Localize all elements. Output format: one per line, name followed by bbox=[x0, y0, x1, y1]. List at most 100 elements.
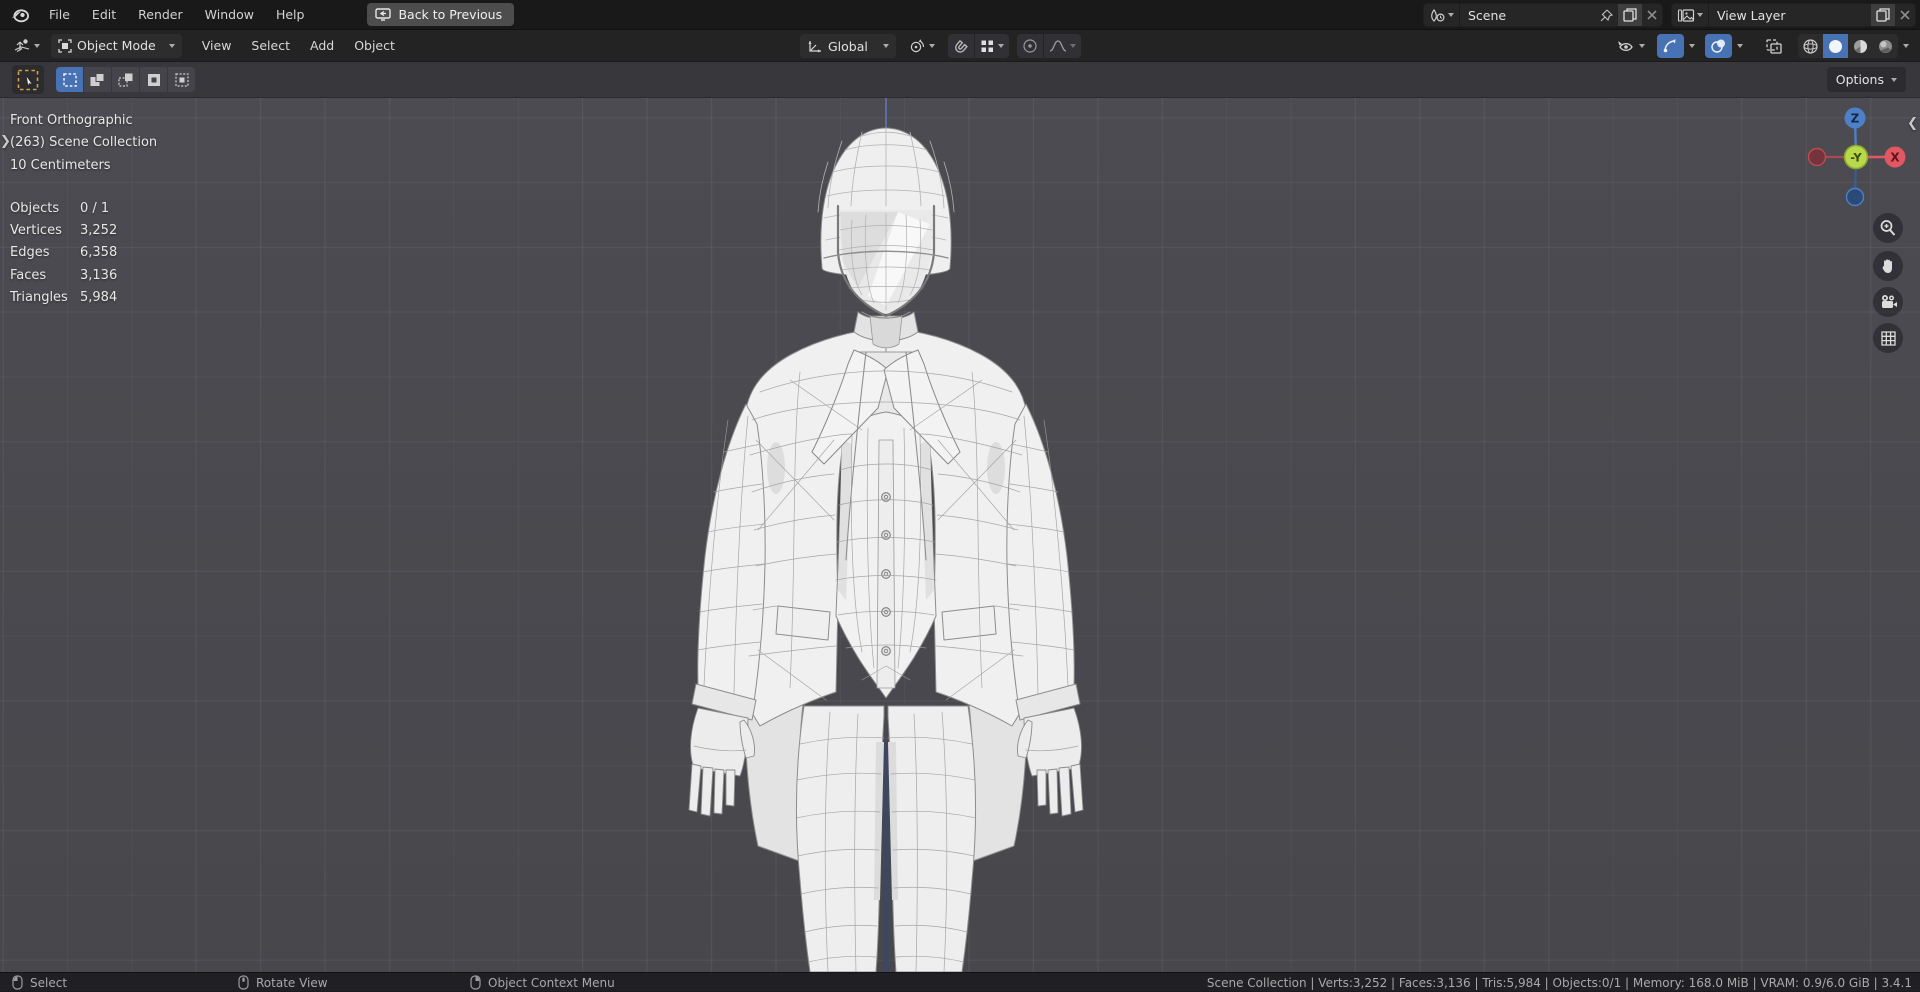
view-navigation-gizmo[interactable]: Z -Y X bbox=[1802, 100, 1912, 210]
shading-wireframe-button[interactable] bbox=[1798, 34, 1823, 58]
remove-view-layer-button[interactable] bbox=[1895, 4, 1915, 26]
shading-rendered-button[interactable] bbox=[1873, 34, 1898, 58]
gizmo-y-neg-label: -Y bbox=[1850, 151, 1862, 165]
shading-wireframe-icon bbox=[1803, 38, 1818, 54]
stat-value: 3,252 bbox=[80, 223, 118, 239]
select-mode-invert-button[interactable] bbox=[140, 67, 167, 92]
menu-add[interactable]: Add bbox=[300, 38, 344, 53]
scene-statistics: Objects 0 / 1 Vertices 3,252 Edges 6,358 Fa… bbox=[10, 198, 157, 309]
select-mode-set-button[interactable] bbox=[56, 67, 83, 92]
options-label: Options bbox=[1835, 72, 1884, 87]
proportional-falloff-dropdown[interactable] bbox=[1043, 34, 1081, 58]
scene-icon bbox=[1431, 8, 1445, 22]
proportional-edit-icon bbox=[1023, 39, 1037, 53]
viewport-3d[interactable]: Front Orthographic (263) Scene Collectio… bbox=[0, 98, 1920, 972]
toggle-perspective-button[interactable] bbox=[1873, 323, 1903, 353]
snap-increment-icon bbox=[981, 40, 993, 52]
header-center-controls: Global bbox=[800, 34, 1081, 58]
new-view-layer-button[interactable] bbox=[1871, 4, 1895, 26]
duplicate-icon bbox=[1876, 8, 1890, 22]
view-layer-icon bbox=[1677, 8, 1695, 22]
blender-logo-icon bbox=[11, 8, 29, 22]
scene-name[interactable]: Scene bbox=[1460, 8, 1595, 23]
chevron-down-icon bbox=[1903, 44, 1909, 48]
mode-dropdown-label: Object Mode bbox=[77, 38, 156, 53]
chevron-down-icon bbox=[997, 44, 1004, 48]
menu-window[interactable]: Window bbox=[194, 0, 265, 29]
active-tool-select-box[interactable] bbox=[12, 65, 44, 94]
magnet-icon bbox=[954, 39, 968, 53]
hint-select: Select bbox=[12, 973, 67, 992]
editor-type-button[interactable] bbox=[8, 34, 45, 58]
select-mode-subtract-button[interactable] bbox=[112, 67, 139, 92]
unlink-scene-button[interactable] bbox=[1642, 4, 1662, 26]
menu-view[interactable]: View bbox=[192, 38, 242, 53]
gizmo-axis-x-neg[interactable] bbox=[1807, 147, 1827, 167]
chevron-down-icon bbox=[168, 43, 175, 48]
toggle-xray-button[interactable] bbox=[1760, 34, 1788, 58]
menu-help[interactable]: Help bbox=[265, 0, 316, 29]
chevron-down-icon bbox=[1697, 13, 1703, 17]
wireframe-character-model[interactable] bbox=[0, 98, 1920, 972]
toolbar-expand-arrow[interactable]: ❯ bbox=[0, 134, 11, 149]
chevron-down-icon bbox=[882, 44, 889, 48]
browse-view-layer-button[interactable] bbox=[1672, 4, 1709, 26]
pin-scene-button[interactable] bbox=[1595, 4, 1618, 26]
overlays-dropdown[interactable] bbox=[1732, 34, 1748, 58]
close-icon bbox=[1900, 10, 1910, 20]
pivot-point-dropdown[interactable] bbox=[904, 34, 940, 58]
shading-material-icon bbox=[1854, 39, 1867, 53]
grid-scale-label: 10 Centimeters bbox=[10, 157, 111, 173]
hint-select-label: Select bbox=[30, 975, 68, 990]
pin-icon bbox=[1600, 9, 1614, 21]
header-right-controls bbox=[1612, 34, 1914, 58]
status-info-text: Scene Collection | Verts:3,252 | Faces:3… bbox=[1206, 975, 1912, 990]
mode-dropdown[interactable]: Object Mode bbox=[51, 33, 182, 58]
zoom-icon bbox=[1880, 220, 1896, 236]
snap-target-dropdown[interactable] bbox=[974, 34, 1009, 58]
gizmo-dropdown[interactable] bbox=[1684, 34, 1700, 58]
menu-object[interactable]: Object bbox=[344, 38, 405, 53]
camera-view-button[interactable] bbox=[1873, 287, 1903, 317]
shading-material-button[interactable] bbox=[1848, 34, 1873, 58]
mouse-left-icon bbox=[12, 975, 23, 990]
menu-select[interactable]: Select bbox=[241, 38, 300, 53]
back-to-previous-label: Back to Previous bbox=[398, 7, 503, 22]
show-overlays-toggle[interactable] bbox=[1705, 34, 1732, 58]
options-dropdown[interactable]: Options bbox=[1826, 67, 1906, 92]
view-layer-selector: View Layer bbox=[1671, 3, 1916, 27]
z-axis-line-lower bbox=[883, 742, 889, 972]
move-view-button[interactable] bbox=[1873, 251, 1903, 281]
orientation-global-icon bbox=[808, 40, 821, 52]
menu-edit[interactable]: Edit bbox=[81, 0, 127, 29]
shading-solid-button[interactable] bbox=[1823, 34, 1848, 58]
zoom-view-button[interactable] bbox=[1873, 213, 1903, 243]
gizmo-axis-z-neg[interactable] bbox=[1845, 187, 1865, 207]
hint-rotate-view-label: Rotate View bbox=[256, 975, 328, 990]
menu-file[interactable]: File bbox=[38, 0, 81, 29]
proportional-editing-button[interactable] bbox=[1016, 34, 1043, 58]
view-name-label: Front Orthographic bbox=[10, 113, 133, 128]
browse-scene-button[interactable] bbox=[1424, 4, 1460, 26]
snap-toggle-button[interactable] bbox=[947, 34, 974, 58]
close-icon bbox=[1647, 10, 1657, 20]
chevron-down-icon bbox=[1891, 77, 1897, 82]
new-scene-button[interactable] bbox=[1618, 4, 1642, 26]
collection-label: (263) Scene Collection bbox=[10, 135, 158, 151]
chevron-down-icon bbox=[1069, 44, 1076, 48]
stat-label: Edges bbox=[10, 245, 50, 261]
view-layer-name[interactable]: View Layer bbox=[1709, 8, 1871, 23]
select-mode-extend-button[interactable] bbox=[84, 67, 111, 92]
back-to-previous-button[interactable]: Back to Previous bbox=[367, 3, 515, 26]
transform-orientation-dropdown[interactable]: Global bbox=[800, 34, 896, 58]
shading-mode-group bbox=[1798, 34, 1898, 58]
mouse-right-icon bbox=[470, 975, 481, 990]
blender-window: File Edit Render Window Help Back to Pre… bbox=[0, 0, 1920, 991]
shading-dropdown[interactable] bbox=[1898, 34, 1914, 58]
object-visibility-dropdown[interactable] bbox=[1612, 34, 1650, 58]
menu-render[interactable]: Render bbox=[127, 0, 194, 29]
chevron-down-icon bbox=[34, 43, 40, 48]
select-mode-intersect-button[interactable] bbox=[168, 67, 195, 92]
falloff-curve-icon bbox=[1049, 40, 1067, 52]
show-gizmo-toggle[interactable] bbox=[1657, 34, 1684, 58]
